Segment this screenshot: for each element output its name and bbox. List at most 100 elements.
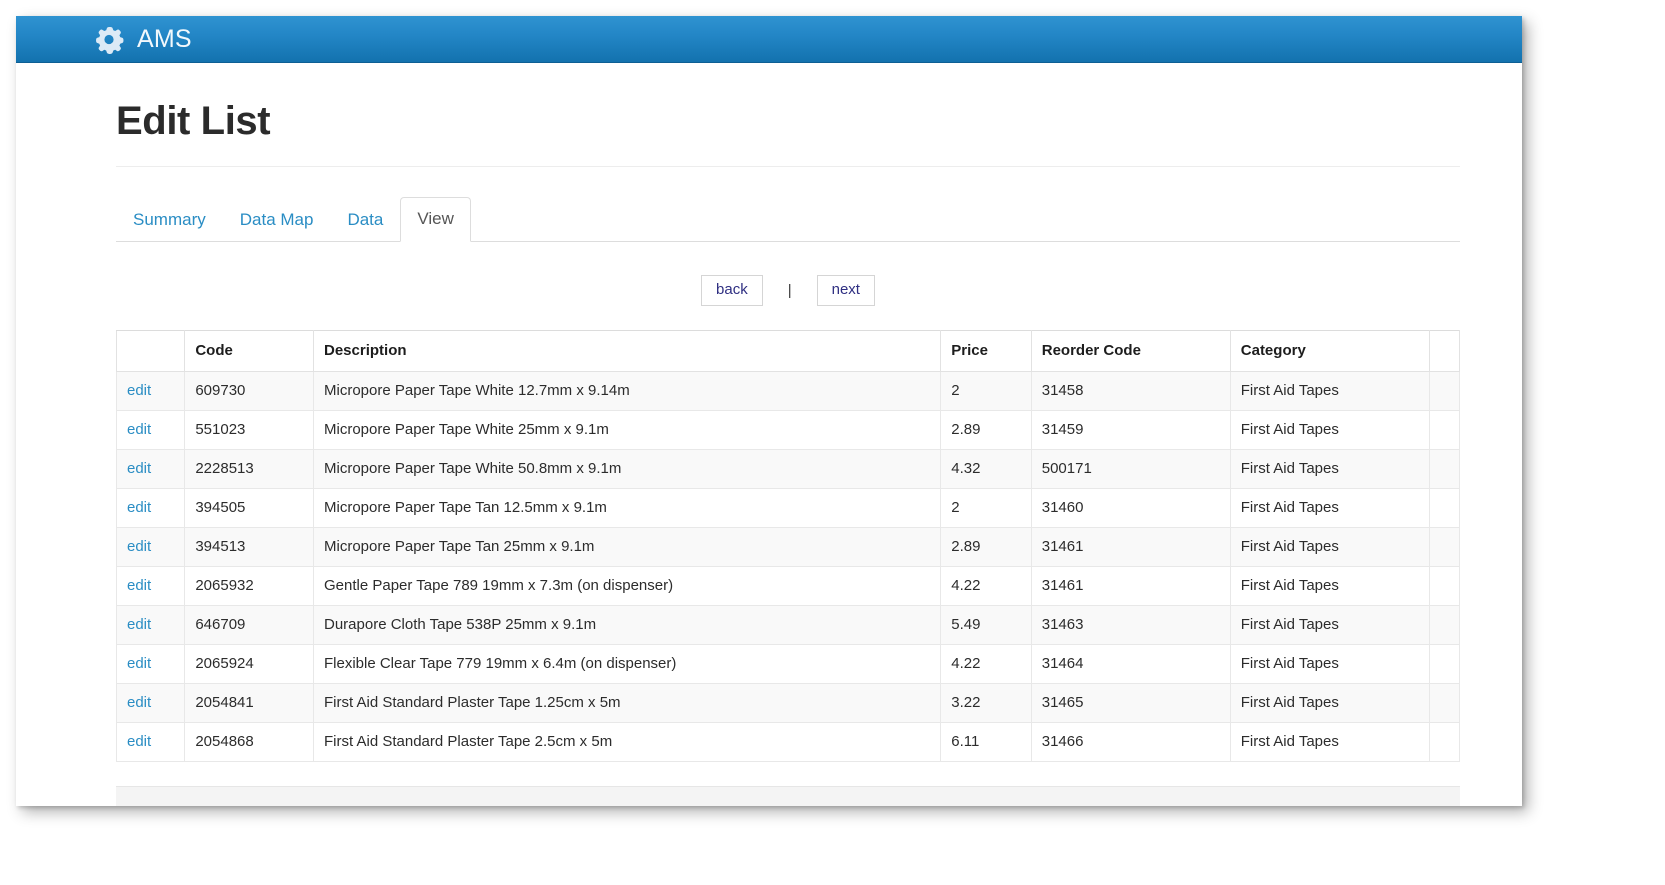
cell-description: First Aid Standard Plaster Tape 2.5cm x …: [312, 722, 942, 762]
back-button[interactable]: back: [701, 275, 763, 306]
edit-link[interactable]: edit: [127, 499, 151, 516]
pagination-controls: back | next: [116, 275, 1460, 306]
cell-description: Micropore Paper Tape White 50.8mm x 9.1m: [312, 449, 942, 489]
cell-description: Micropore Paper Tape White 25mm x 9.1m: [312, 410, 942, 450]
column-header-code: Code: [184, 330, 314, 372]
title-divider: [116, 166, 1460, 167]
cell-edit: edit: [115, 488, 186, 528]
cell-price: 6.11: [940, 722, 1032, 762]
tab-summary[interactable]: Summary: [116, 198, 223, 242]
cell-edit: edit: [115, 410, 186, 450]
table-row: edit 2054841 First Aid Standard Plaster Ta…: [115, 683, 1461, 723]
cell-blank: [1428, 488, 1461, 528]
table-row: edit 551023 Micropore Paper Tape White 25m…: [115, 410, 1461, 450]
gear-icon: [93, 23, 125, 55]
edit-link[interactable]: edit: [127, 694, 151, 711]
tab-view[interactable]: View: [400, 197, 471, 242]
column-header-description: Description: [312, 330, 942, 372]
cell-code: 2054868: [184, 722, 314, 762]
cell-category: First Aid Tapes: [1229, 644, 1430, 684]
cell-reorder-code: 31463: [1030, 605, 1231, 645]
cell-blank: [1428, 371, 1461, 411]
column-header-price: Price: [940, 330, 1032, 372]
cell-edit: edit: [115, 683, 186, 723]
cell-description: Flexible Clear Tape 779 19mm x 6.4m (on …: [312, 644, 942, 684]
edit-link[interactable]: edit: [127, 577, 151, 594]
cell-description: Durapore Cloth Tape 538P 25mm x 9.1m: [312, 605, 942, 645]
cell-reorder-code: 500171: [1030, 449, 1231, 489]
edit-link[interactable]: edit: [127, 538, 151, 555]
cell-price: 2: [940, 488, 1032, 528]
cell-category: First Aid Tapes: [1229, 683, 1430, 723]
edit-link[interactable]: edit: [127, 382, 151, 399]
app-window: AMS Edit List Summary Data Map Data View…: [16, 16, 1522, 806]
cell-edit: edit: [115, 605, 186, 645]
cell-code: 2065932: [184, 566, 314, 606]
cell-category: First Aid Tapes: [1229, 449, 1430, 489]
cell-edit: edit: [115, 527, 186, 567]
top-navbar: AMS: [16, 16, 1522, 63]
cell-reorder-code: 31458: [1030, 371, 1231, 411]
cell-category: First Aid Tapes: [1229, 722, 1430, 762]
table-body: edit 609730 Micropore Paper Tape White 12.…: [115, 371, 1461, 762]
cell-code: 551023: [184, 410, 314, 450]
table-row: edit 394513 Micropore Paper Tape Tan 25mm …: [115, 527, 1461, 567]
table-row: edit 609730 Micropore Paper Tape White 12.…: [115, 371, 1461, 411]
column-header-edit: [115, 330, 186, 372]
cell-edit: edit: [115, 722, 186, 762]
cell-edit: edit: [115, 449, 186, 489]
column-header-blank: [1428, 330, 1461, 372]
edit-link[interactable]: edit: [127, 421, 151, 438]
cell-category: First Aid Tapes: [1229, 371, 1430, 411]
cell-blank: [1428, 605, 1461, 645]
table-row: edit 2065932 Gentle Paper Tape 789 19mm x …: [115, 566, 1461, 606]
tab-bar: Summary Data Map Data View: [116, 197, 1460, 242]
cell-price: 3.22: [940, 683, 1032, 723]
cell-reorder-code: 31465: [1030, 683, 1231, 723]
tab-data-map[interactable]: Data Map: [223, 198, 331, 242]
cell-description: Micropore Paper Tape Tan 12.5mm x 9.1m: [312, 488, 942, 528]
cell-blank: [1428, 527, 1461, 567]
cell-price: 2: [940, 371, 1032, 411]
cell-code: 394513: [184, 527, 314, 567]
cell-blank: [1428, 566, 1461, 606]
cell-code: 2228513: [184, 449, 314, 489]
brand-title: AMS: [137, 24, 192, 53]
form-actions: Save List Cancel: [116, 786, 1460, 806]
column-header-reorder-code: Reorder Code: [1030, 330, 1231, 372]
cell-price: 2.89: [940, 527, 1032, 567]
cell-blank: [1428, 449, 1461, 489]
cell-price: 4.32: [940, 449, 1032, 489]
table-row: edit 2065924 Flexible Clear Tape 779 19mm …: [115, 644, 1461, 684]
cell-blank: [1428, 683, 1461, 723]
cell-reorder-code: 31464: [1030, 644, 1231, 684]
next-button[interactable]: next: [816, 275, 875, 306]
cell-blank: [1428, 644, 1461, 684]
cell-blank: [1428, 410, 1461, 450]
tab-data[interactable]: Data: [330, 198, 400, 242]
edit-link[interactable]: edit: [127, 655, 151, 672]
cell-blank: [1428, 722, 1461, 762]
edit-link[interactable]: edit: [127, 616, 151, 633]
cell-description: First Aid Standard Plaster Tape 1.25cm x…: [312, 683, 942, 723]
cell-price: 5.49: [940, 605, 1032, 645]
cell-code: 394505: [184, 488, 314, 528]
cell-category: First Aid Tapes: [1229, 488, 1430, 528]
cell-price: 4.22: [940, 644, 1032, 684]
page-content: Edit List Summary Data Map Data View bac…: [16, 63, 1522, 806]
table-row: edit 2228513 Micropore Paper Tape White 50…: [115, 449, 1461, 489]
table-row: edit 646709 Durapore Cloth Tape 538P 25mm …: [115, 605, 1461, 645]
cell-edit: edit: [115, 566, 186, 606]
column-header-category: Category: [1229, 330, 1430, 372]
cell-category: First Aid Tapes: [1229, 527, 1430, 567]
cell-reorder-code: 31461: [1030, 527, 1231, 567]
edit-link[interactable]: edit: [127, 733, 151, 750]
cell-edit: edit: [115, 371, 186, 411]
cell-edit: edit: [115, 644, 186, 684]
edit-link[interactable]: edit: [127, 460, 151, 477]
cell-reorder-code: 31466: [1030, 722, 1231, 762]
cell-reorder-code: 31459: [1030, 410, 1231, 450]
page-title: Edit List: [116, 99, 271, 143]
cell-reorder-code: 31460: [1030, 488, 1231, 528]
cell-code: 646709: [184, 605, 314, 645]
